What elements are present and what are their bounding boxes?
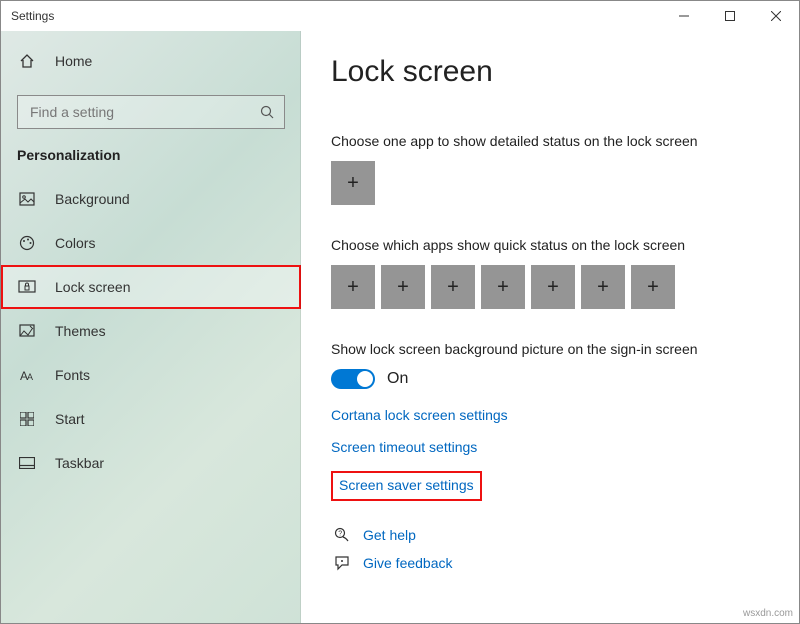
category-heading: Personalization xyxy=(1,147,301,177)
screen-saver-link[interactable]: Screen saver settings xyxy=(339,477,474,493)
start-icon xyxy=(17,412,37,426)
close-button[interactable] xyxy=(753,1,799,31)
sidebar-item-start[interactable]: Start xyxy=(1,397,301,441)
sidebar-item-fonts[interactable]: AA Fonts xyxy=(1,353,301,397)
home-nav[interactable]: Home xyxy=(1,41,301,81)
toggle-state-label: On xyxy=(387,370,408,388)
sidebar-item-label: Background xyxy=(55,191,130,207)
themes-icon xyxy=(17,323,37,339)
svg-text:A: A xyxy=(27,372,33,382)
window-body: Home Personalization Background Colors L… xyxy=(1,31,799,623)
page-heading: Lock screen xyxy=(331,55,775,89)
sidebar: Home Personalization Background Colors L… xyxy=(1,31,301,623)
home-label: Home xyxy=(55,53,92,69)
search-icon xyxy=(260,105,274,119)
plus-icon: + xyxy=(497,276,509,299)
screen-saver-highlight: Screen saver settings xyxy=(331,471,482,501)
watermark: wsxdn.com xyxy=(743,608,793,619)
picture-icon xyxy=(17,191,37,207)
content-pane: Lock screen Choose one app to show detai… xyxy=(301,31,799,623)
search-input[interactable] xyxy=(28,103,260,121)
plus-icon: + xyxy=(647,276,659,299)
svg-text:?: ? xyxy=(338,531,342,538)
give-feedback-row[interactable]: Give feedback xyxy=(331,555,775,571)
sidebar-item-label: Themes xyxy=(55,323,106,339)
palette-icon xyxy=(17,235,37,251)
plus-icon: + xyxy=(347,172,359,195)
add-quick-app-tile[interactable]: + xyxy=(531,265,575,309)
plus-icon: + xyxy=(347,276,359,299)
plus-icon: + xyxy=(547,276,559,299)
sidebar-item-background[interactable]: Background xyxy=(1,177,301,221)
sidebar-item-label: Fonts xyxy=(55,367,90,383)
sidebar-item-taskbar[interactable]: Taskbar xyxy=(1,441,301,485)
maximize-button[interactable] xyxy=(707,1,753,31)
minimize-button[interactable] xyxy=(661,1,707,31)
settings-window: Settings Home Personalization xyxy=(0,0,800,624)
add-quick-app-tile[interactable]: + xyxy=(331,265,375,309)
sidebar-item-label: Taskbar xyxy=(55,455,104,471)
lock-screen-icon xyxy=(17,280,37,294)
sidebar-item-lock-screen[interactable]: Lock screen xyxy=(1,265,301,309)
feedback-icon xyxy=(331,555,353,571)
add-quick-app-tile[interactable]: + xyxy=(481,265,525,309)
sidebar-item-label: Lock screen xyxy=(55,279,130,295)
help-icon: ? xyxy=(331,527,353,543)
plus-icon: + xyxy=(397,276,409,299)
sidebar-item-themes[interactable]: Themes xyxy=(1,309,301,353)
screen-timeout-link[interactable]: Screen timeout settings xyxy=(331,439,477,455)
quick-status-row: + + + + + + + xyxy=(331,265,775,309)
sidebar-item-colors[interactable]: Colors xyxy=(1,221,301,265)
add-detailed-app-tile[interactable]: + xyxy=(331,161,375,205)
sidebar-item-label: Colors xyxy=(55,235,95,251)
signin-bg-toggle-row: On xyxy=(331,369,775,389)
signin-bg-label: Show lock screen background picture on t… xyxy=(331,341,775,357)
quick-status-label: Choose which apps show quick status on t… xyxy=(331,237,775,253)
sidebar-item-label: Start xyxy=(55,411,85,427)
taskbar-icon xyxy=(17,457,37,469)
cortana-link[interactable]: Cortana lock screen settings xyxy=(331,407,508,423)
fonts-icon: AA xyxy=(17,367,37,383)
signin-bg-toggle[interactable] xyxy=(331,369,375,389)
add-quick-app-tile[interactable]: + xyxy=(631,265,675,309)
get-help-row[interactable]: ? Get help xyxy=(331,527,775,543)
titlebar: Settings xyxy=(1,1,799,31)
add-quick-app-tile[interactable]: + xyxy=(431,265,475,309)
detailed-status-row: + xyxy=(331,161,775,205)
give-feedback-label: Give feedback xyxy=(363,555,453,571)
plus-icon: + xyxy=(447,276,459,299)
add-quick-app-tile[interactable]: + xyxy=(581,265,625,309)
window-title: Settings xyxy=(11,9,54,23)
window-controls xyxy=(661,1,799,31)
home-icon xyxy=(17,53,37,69)
search-box[interactable] xyxy=(17,95,285,129)
get-help-label: Get help xyxy=(363,527,416,543)
detailed-status-label: Choose one app to show detailed status o… xyxy=(331,133,775,149)
plus-icon: + xyxy=(597,276,609,299)
add-quick-app-tile[interactable]: + xyxy=(381,265,425,309)
